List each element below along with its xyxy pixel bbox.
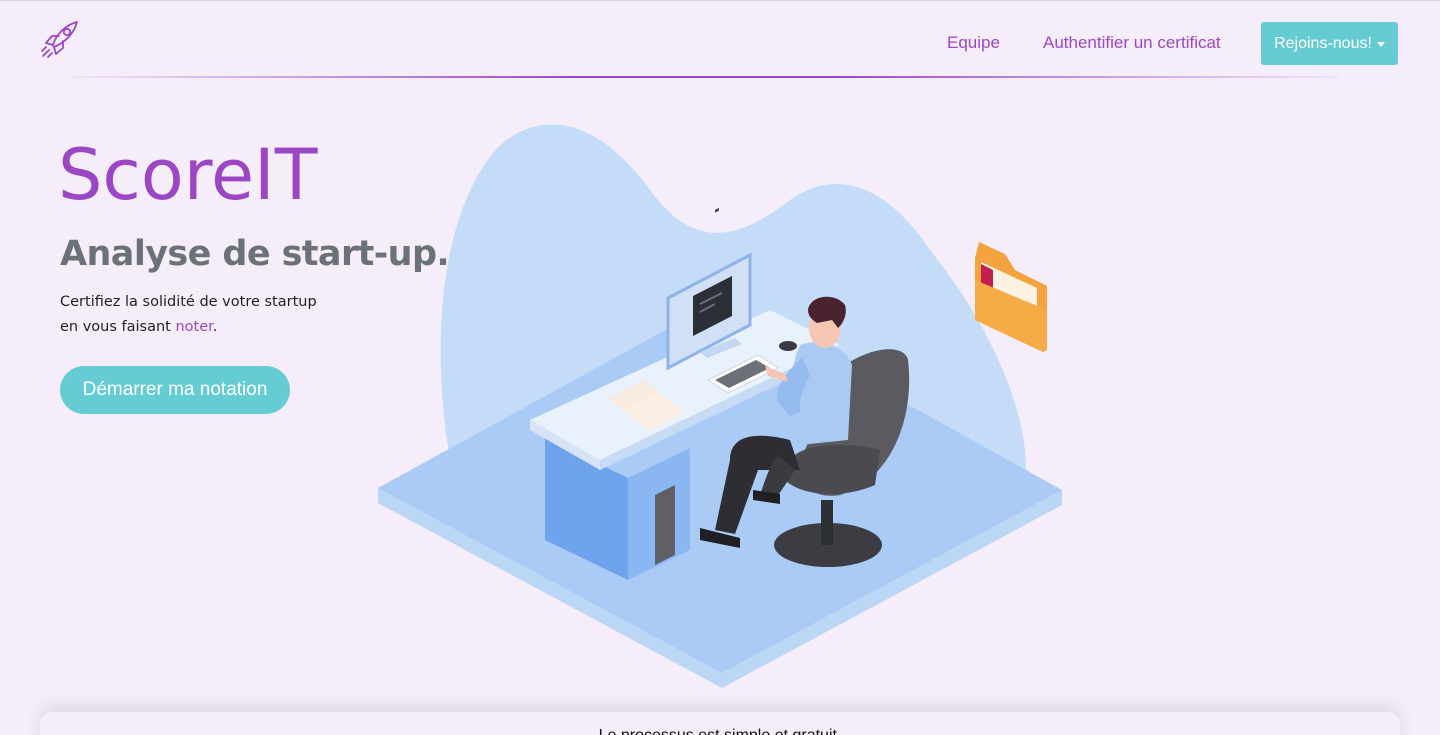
hero-description-line1: Certifiez la solidité de votre startup — [60, 294, 317, 310]
hero-description-line2-suffix: . — [212, 319, 218, 335]
start-rating-button[interactable]: Démarrer ma notation — [60, 366, 290, 414]
page: Equipe Authentifier un certificat Rejoin… — [0, 0, 1440, 735]
nav-link-authentifier-certificat[interactable]: Authentifier un certificat — [1043, 33, 1221, 53]
person-at-desk-illustration — [370, 120, 1070, 690]
rocket-icon[interactable] — [40, 20, 80, 58]
hero-description-accent: noter — [175, 319, 213, 335]
hero-description-line2-prefix: en vous faisant — [60, 319, 176, 335]
hero-title: ScoreIT — [58, 134, 318, 216]
navbar-divider — [70, 76, 1340, 78]
caret-down-icon — [1376, 41, 1385, 47]
join-button-label: Rejoins-nous! — [1274, 34, 1372, 52]
process-text: Le processus est simple et gratuit. — [0, 727, 1440, 735]
navbar: Equipe Authentifier un certificat Rejoin… — [0, 0, 1440, 78]
hero-description: Certifiez la solidité de votre startup e… — [60, 290, 317, 340]
join-dropdown-button[interactable]: Rejoins-nous! — [1261, 22, 1398, 65]
nav-link-equipe[interactable]: Equipe — [947, 33, 1000, 53]
